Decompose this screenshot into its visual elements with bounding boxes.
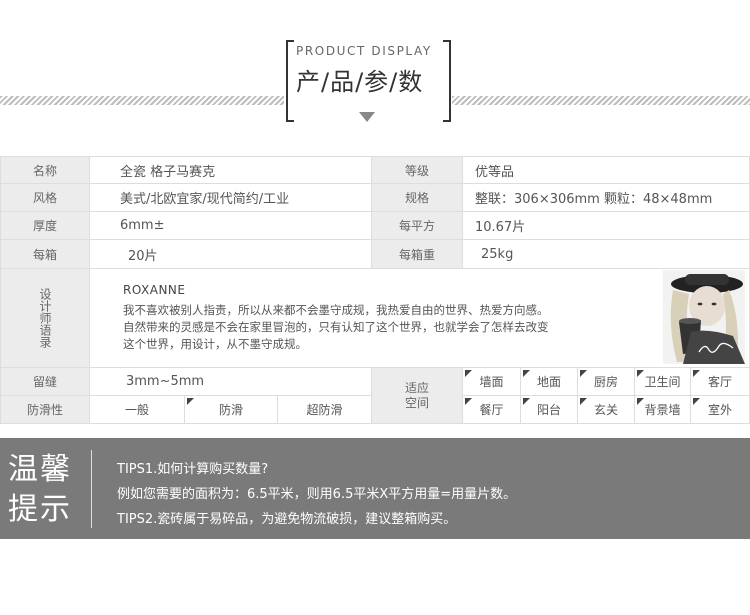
size-label: 规格 xyxy=(371,183,463,212)
tips-title: 温馨 提示 xyxy=(8,450,72,530)
usage-option-label: 阳台 xyxy=(536,403,561,417)
usage-wall: 墙面 xyxy=(462,367,521,396)
slip-resistance-label: 防滑性 xyxy=(0,395,90,424)
usage-living-room: 客厅 xyxy=(690,367,750,396)
usage-entrance: 玄关 xyxy=(577,395,635,424)
corner-mark-icon xyxy=(637,398,644,405)
usage-floor: 地面 xyxy=(520,367,578,396)
grout-value: 3mm~5mm xyxy=(89,367,372,396)
box-weight-value: 25kg xyxy=(462,239,750,269)
style-value: 美式/北欧宜家/现代简约/工业 xyxy=(89,183,372,212)
tip-2: TIPS2.瓷砖属于易碎品，为避免物流破损，建议整箱购买。 xyxy=(117,512,457,527)
grout-label: 留缝 xyxy=(0,367,90,396)
header-chinese-title: 产/品/参/数 xyxy=(296,68,424,96)
down-triangle-icon xyxy=(359,112,375,122)
name-value: 全瓷 格子马赛克 xyxy=(89,156,372,184)
designer-quote: 我不喜欢被别人指责，所以从来都不会墨守成规，我热爱自由的世界、热爱方向感。 自然… xyxy=(123,302,663,353)
corner-mark-icon xyxy=(187,398,194,405)
slip-option-normal: 一般 xyxy=(89,395,185,424)
style-label: 风格 xyxy=(0,183,90,212)
per-sqm-value: 10.67片 xyxy=(462,211,750,240)
usage-option-label: 背景墙 xyxy=(644,403,681,417)
designer-quote-line: 自然带来的灵感是不会在家里冒泡的，只有认知了这个世界，也就学会了怎样去改变 xyxy=(123,320,549,334)
slip-option-label: 超防滑 xyxy=(306,403,343,417)
usage-option-label: 厨房 xyxy=(593,375,618,389)
tips-title-line: 温馨 xyxy=(8,452,72,487)
corner-mark-icon xyxy=(580,370,587,377)
per-box-label: 每箱 xyxy=(0,239,90,269)
corner-mark-icon xyxy=(693,398,700,405)
per-box-value: 20片 xyxy=(89,239,372,269)
usage-space-label: 适应 空间 xyxy=(371,367,463,424)
name-label: 名称 xyxy=(0,156,90,184)
corner-mark-icon xyxy=(465,398,472,405)
tips-divider xyxy=(91,450,92,528)
usage-option-label: 墙面 xyxy=(479,375,504,389)
usage-option-label: 客厅 xyxy=(707,375,732,389)
designer-name: ROXANNE xyxy=(123,283,186,297)
usage-outdoor: 室外 xyxy=(690,395,750,424)
designer-quote-line: 这个世界，用设计，从不墨守成规。 xyxy=(123,337,307,351)
box-weight-label: 每箱重 xyxy=(371,239,463,269)
usage-space-label-line: 空间 xyxy=(404,395,429,410)
left-stripe-divider xyxy=(0,96,284,105)
usage-space-label-line: 适应 xyxy=(404,380,429,395)
designer-quote-label: 设计师语录 xyxy=(38,288,52,348)
right-bracket xyxy=(443,40,451,122)
slip-option-label: 防滑 xyxy=(218,403,243,417)
section-header: PRODUCT DISPLAY 产/品/参/数 xyxy=(0,0,750,130)
usage-option-label: 卫生间 xyxy=(644,375,681,389)
usage-option-label: 玄关 xyxy=(593,403,618,417)
slip-option-label: 一般 xyxy=(124,403,149,417)
designer-photo xyxy=(663,270,745,364)
usage-bathroom: 卫生间 xyxy=(634,367,691,396)
thickness-value: 6mm± xyxy=(89,211,372,240)
usage-option-label: 室外 xyxy=(707,403,732,417)
slip-option-anti-slip: 防滑 xyxy=(184,395,278,424)
corner-mark-icon xyxy=(637,370,644,377)
usage-option-label: 餐厅 xyxy=(479,403,504,417)
usage-kitchen: 厨房 xyxy=(577,367,635,396)
corner-mark-icon xyxy=(693,370,700,377)
header-english-title: PRODUCT DISPLAY xyxy=(296,44,432,58)
left-bracket xyxy=(286,40,294,122)
tips-title-line: 提示 xyxy=(8,492,72,527)
slip-option-super-anti-slip: 超防滑 xyxy=(277,395,372,424)
designer-quote-label-cell: 设计师语录 xyxy=(0,268,90,368)
right-stripe-divider xyxy=(452,96,750,105)
usage-option-label: 地面 xyxy=(536,375,561,389)
designer-quote-line: 我不喜欢被别人指责，所以从来都不会墨守成规，我热爱自由的世界、热爱方向感。 xyxy=(123,303,549,317)
corner-mark-icon xyxy=(465,370,472,377)
corner-mark-icon xyxy=(580,398,587,405)
usage-balcony: 阳台 xyxy=(520,395,578,424)
thickness-label: 厚度 xyxy=(0,211,90,240)
grade-value: 优等品 xyxy=(462,156,750,184)
tips-panel: 温馨 提示 TIPS1.如何计算购买数量? 例如您需要的面积为：6.5平米，则用… xyxy=(0,438,750,539)
tip-1: TIPS1.如何计算购买数量? xyxy=(117,462,269,477)
usage-dining-room: 餐厅 xyxy=(462,395,521,424)
tip-1-detail: 例如您需要的面积为：6.5平米，则用6.5平米X平方用量=用量片数。 xyxy=(117,487,517,502)
size-value: 整联：306×306mm 颗粒：48×48mm xyxy=(462,183,750,212)
per-sqm-label: 每平方 xyxy=(371,211,463,240)
grade-label: 等级 xyxy=(371,156,463,184)
corner-mark-icon xyxy=(523,370,530,377)
usage-feature-wall: 背景墙 xyxy=(634,395,691,424)
corner-mark-icon xyxy=(523,398,530,405)
